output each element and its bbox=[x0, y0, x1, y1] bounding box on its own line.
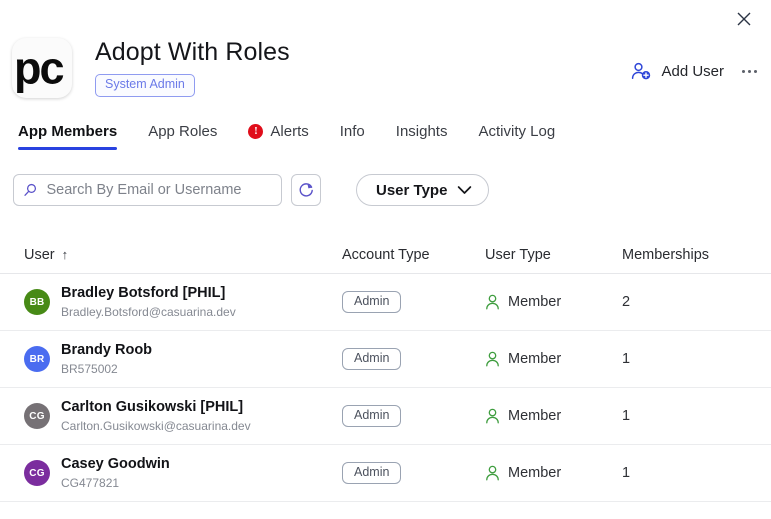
person-icon bbox=[486, 465, 499, 481]
tab-label: Info bbox=[339, 123, 365, 140]
tab-insights[interactable]: Insights bbox=[396, 123, 448, 150]
account-type-chip: Admin bbox=[342, 290, 402, 314]
tab-label: App Roles bbox=[148, 123, 218, 140]
user-name: Brandy Roob bbox=[61, 342, 153, 359]
tab-label: Insights bbox=[395, 123, 448, 140]
tab-label: App Members bbox=[18, 123, 118, 140]
sort-ascending-icon: ↑ bbox=[61, 247, 69, 262]
user-name: Bradley Botsford [PHIL] bbox=[61, 285, 226, 302]
user-name: Carlton Gusikowski [PHIL] bbox=[61, 399, 244, 416]
header-actions: Add User bbox=[631, 62, 759, 81]
user-type-cell: Member bbox=[485, 465, 622, 481]
tab-activity-log[interactable]: Activity Log bbox=[478, 123, 555, 150]
user-type-filter-button[interactable]: User Type bbox=[356, 174, 490, 206]
user-name: Casey Goodwin bbox=[61, 456, 170, 473]
memberships-count: 2 bbox=[622, 294, 631, 310]
memberships-count: 1 bbox=[622, 408, 631, 424]
search-input[interactable] bbox=[46, 182, 272, 198]
filter-bar: User Type bbox=[13, 174, 490, 206]
table-header-row: User ↑ Account Type User Type Membership… bbox=[0, 236, 771, 274]
user-cell: BB Bradley Botsford [PHIL] Bradley.Botsf… bbox=[24, 285, 342, 319]
avatar: CG bbox=[24, 403, 50, 429]
alert-icon: ! bbox=[248, 124, 264, 139]
avatar: BB bbox=[24, 289, 50, 315]
user-type-label: Member bbox=[508, 351, 562, 367]
add-user-button[interactable]: Add User bbox=[631, 62, 724, 81]
account-type-cell: Admin bbox=[342, 404, 485, 428]
column-header-user[interactable]: User ↑ bbox=[24, 247, 342, 263]
app-members-panel: pc Adopt With Roles System Admin Add Use… bbox=[0, 0, 771, 519]
more-options-icon[interactable] bbox=[740, 64, 759, 79]
person-icon bbox=[486, 351, 499, 367]
tab-info[interactable]: Info bbox=[340, 123, 365, 150]
user-identifier: CG477821 bbox=[61, 475, 120, 490]
tab-label: Activity Log bbox=[478, 123, 556, 140]
user-type-cell: Member bbox=[485, 351, 622, 367]
account-type-chip: Admin bbox=[342, 461, 402, 485]
members-table: User ↑ Account Type User Type Membership… bbox=[0, 236, 771, 502]
search-box[interactable] bbox=[13, 174, 282, 206]
user-identifier: BR575002 bbox=[61, 361, 118, 376]
tab-alerts[interactable]: ! Alerts bbox=[248, 123, 309, 150]
table-row[interactable]: BB Bradley Botsford [PHIL] Bradley.Botsf… bbox=[0, 274, 771, 331]
user-cell: CG Carlton Gusikowski [PHIL] Carlton.Gus… bbox=[24, 399, 342, 433]
badge-row: System Admin bbox=[95, 73, 290, 97]
close-icon bbox=[737, 12, 751, 26]
tab-app-members[interactable]: App Members bbox=[18, 123, 118, 150]
user-text: Casey Goodwin CG477821 bbox=[61, 456, 170, 490]
user-type-label: Member bbox=[508, 408, 562, 424]
app-logo-text: pc bbox=[14, 42, 64, 94]
tab-label: Alerts bbox=[270, 123, 309, 140]
kebab-dot bbox=[748, 70, 751, 73]
add-user-label: Add User bbox=[661, 63, 724, 80]
status-badge: System Admin bbox=[95, 73, 195, 97]
refresh-button[interactable] bbox=[291, 174, 321, 206]
user-type-filter-label: User Type bbox=[376, 181, 448, 199]
search-icon bbox=[24, 183, 37, 196]
table-row[interactable]: CG Carlton Gusikowski [PHIL] Carlton.Gus… bbox=[0, 388, 771, 445]
tab-app-roles[interactable]: App Roles bbox=[148, 123, 217, 150]
person-icon bbox=[486, 294, 499, 310]
person-icon bbox=[486, 408, 499, 424]
account-type-cell: Admin bbox=[342, 290, 485, 314]
tab-bar: App Members App Roles ! Alerts Info Insi… bbox=[18, 123, 771, 156]
memberships-count: 1 bbox=[622, 351, 631, 367]
add-user-icon bbox=[632, 62, 651, 80]
account-type-chip: Admin bbox=[342, 347, 402, 371]
refresh-icon bbox=[299, 182, 313, 197]
close-button[interactable] bbox=[729, 4, 759, 34]
column-header-user-label: User bbox=[24, 246, 55, 263]
user-type-label: Member bbox=[508, 465, 562, 481]
column-header-user-type: User Type bbox=[485, 246, 551, 263]
account-type-chip: Admin bbox=[342, 404, 402, 428]
app-logo-icon: pc bbox=[12, 38, 72, 98]
kebab-dot bbox=[742, 70, 745, 73]
user-type-cell: Member bbox=[485, 294, 622, 310]
user-type-label: Member bbox=[508, 294, 562, 310]
page-title: Adopt With Roles bbox=[95, 38, 290, 66]
avatar: BR bbox=[24, 346, 50, 372]
kebab-dot bbox=[754, 70, 757, 73]
avatar: CG bbox=[24, 460, 50, 486]
user-text: Bradley Botsford [PHIL] Bradley.Botsford… bbox=[61, 285, 236, 319]
user-type-cell: Member bbox=[485, 408, 622, 424]
chevron-down-icon bbox=[458, 186, 472, 194]
user-identifier: Carlton.Gusikowski@casuarina.dev bbox=[61, 418, 251, 433]
table-row[interactable]: CG Casey Goodwin CG477821 Admin Member 1 bbox=[0, 445, 771, 502]
user-cell: CG Casey Goodwin CG477821 bbox=[24, 456, 342, 490]
column-header-account-type: Account Type bbox=[342, 246, 430, 263]
user-text: Brandy Roob BR575002 bbox=[61, 342, 152, 376]
account-type-cell: Admin bbox=[342, 347, 485, 371]
table-row[interactable]: BR Brandy Roob BR575002 Admin Member 1 bbox=[0, 331, 771, 388]
account-type-cell: Admin bbox=[342, 461, 485, 485]
user-text: Carlton Gusikowski [PHIL] Carlton.Gusiko… bbox=[61, 399, 251, 433]
memberships-count: 1 bbox=[622, 465, 631, 481]
title-block: Adopt With Roles System Admin bbox=[95, 36, 290, 97]
column-header-memberships: Memberships bbox=[622, 246, 710, 263]
user-cell: BR Brandy Roob BR575002 bbox=[24, 342, 342, 376]
user-identifier: Bradley.Botsford@casuarina.dev bbox=[61, 304, 236, 319]
